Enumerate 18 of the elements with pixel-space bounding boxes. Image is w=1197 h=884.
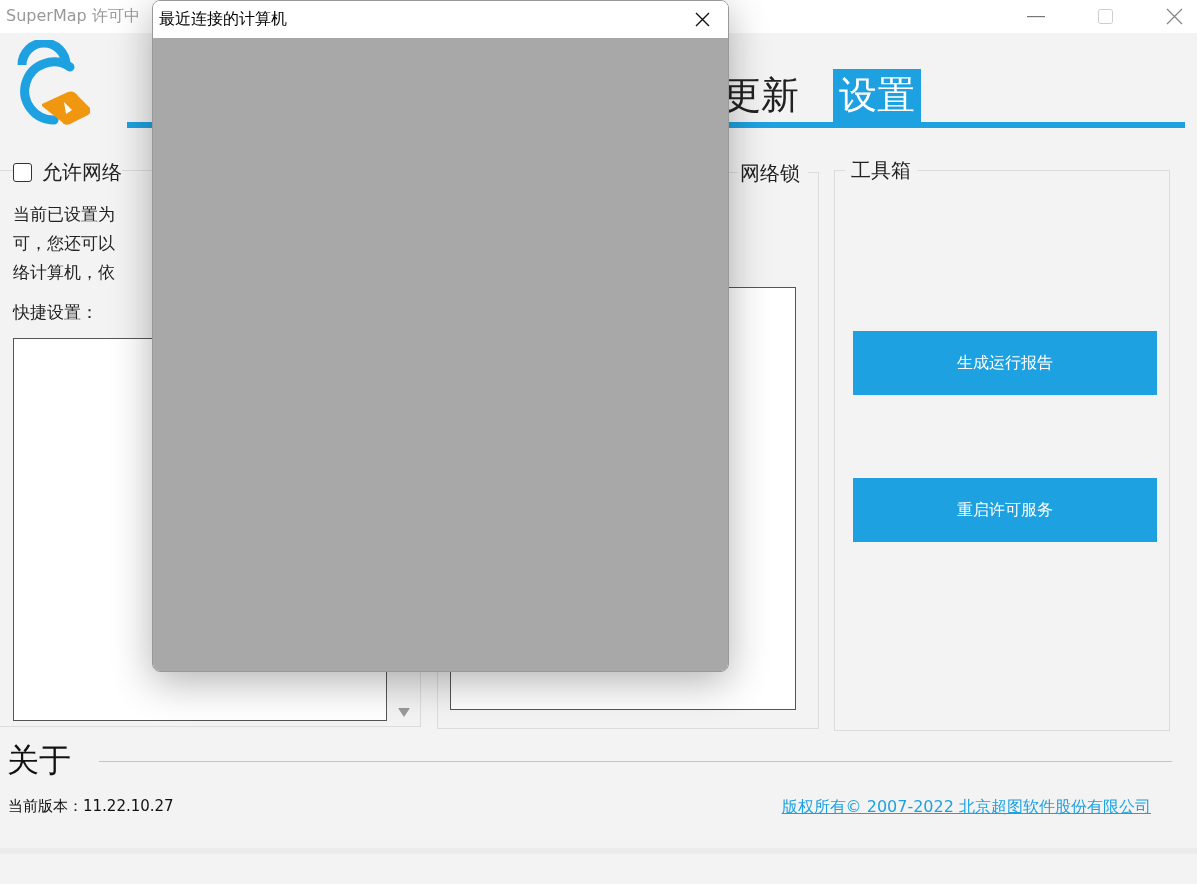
description-text: 可，您还可以	[13, 232, 116, 255]
copyright-link[interactable]: 版权所有© 2007-2022 北京超图软件股份有限公司	[781, 797, 1151, 818]
description-text: 络计算机，依	[13, 261, 116, 284]
tool-button[interactable]: 重启许可服务	[852, 478, 1157, 542]
tab[interactable]: 设置	[833, 69, 921, 122]
down-arrow-icon[interactable]	[397, 708, 410, 717]
description-text: 当前已设置为	[13, 203, 116, 226]
minimize-icon[interactable]	[1027, 15, 1045, 18]
version-text: 当前版本：11.22.10.27	[8, 797, 174, 817]
dialog-title: 最近连接的计算机	[159, 9, 287, 30]
tab[interactable]: 更新	[717, 69, 805, 122]
window-title: SuperMap 许可中	[6, 6, 140, 27]
checkbox[interactable]	[13, 163, 32, 182]
tool-button[interactable]: 生成运行报告	[852, 331, 1157, 395]
quick-settings-label: 快捷设置：	[13, 301, 99, 324]
section-title: 关于	[7, 740, 71, 781]
checkbox-label: 允许网络	[42, 159, 122, 186]
close-icon[interactable]	[695, 12, 710, 27]
